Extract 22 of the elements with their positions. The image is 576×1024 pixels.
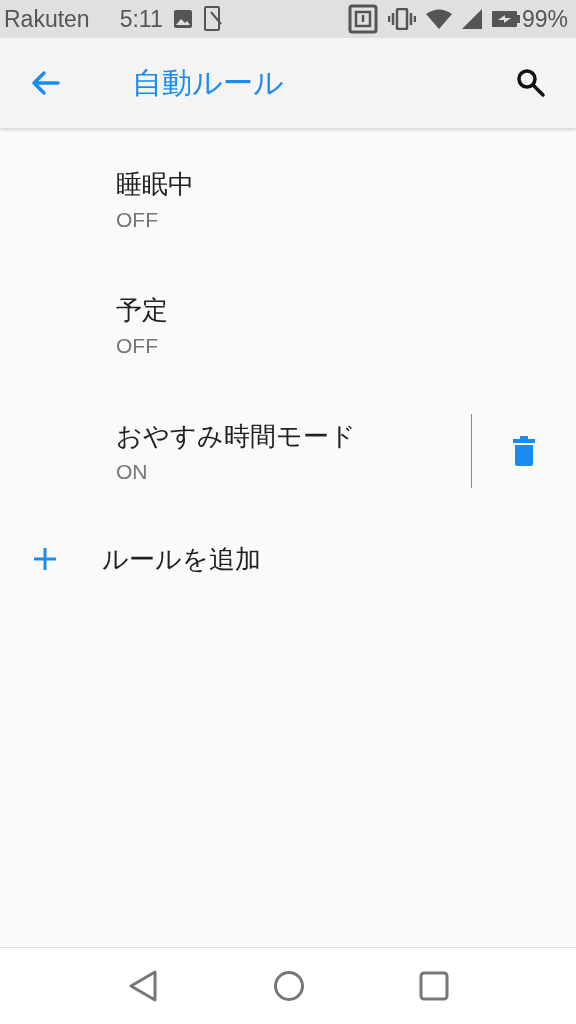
rule-status: OFF	[116, 207, 159, 232]
nfc-icon	[347, 4, 378, 34]
add-rule-button[interactable]: ルールを追加	[0, 514, 576, 604]
back-arrow-icon[interactable]	[30, 70, 60, 96]
search-icon[interactable]	[516, 68, 546, 98]
rule-title[interactable]: 睡眠中	[116, 166, 576, 202]
battery-level: 99%	[521, 5, 568, 33]
wifi-icon	[425, 9, 452, 29]
carrier-name: Rakuten	[4, 5, 90, 33]
image-icon	[172, 9, 193, 29]
signal-icon	[461, 9, 482, 29]
rule-status: ON	[116, 459, 149, 484]
rule-title[interactable]: 予定	[116, 292, 576, 328]
clock: 5:11	[119, 5, 163, 33]
battery-icon	[491, 10, 520, 28]
trash-icon[interactable]	[513, 436, 535, 466]
vibrate-icon	[387, 8, 416, 30]
rule-title[interactable]: おやすみ時間モード	[116, 418, 471, 454]
screen-title: 自動ルール	[132, 63, 285, 102]
rule-status: OFF	[116, 333, 159, 358]
phone-icon	[202, 6, 223, 32]
plus-icon[interactable]	[32, 546, 58, 572]
